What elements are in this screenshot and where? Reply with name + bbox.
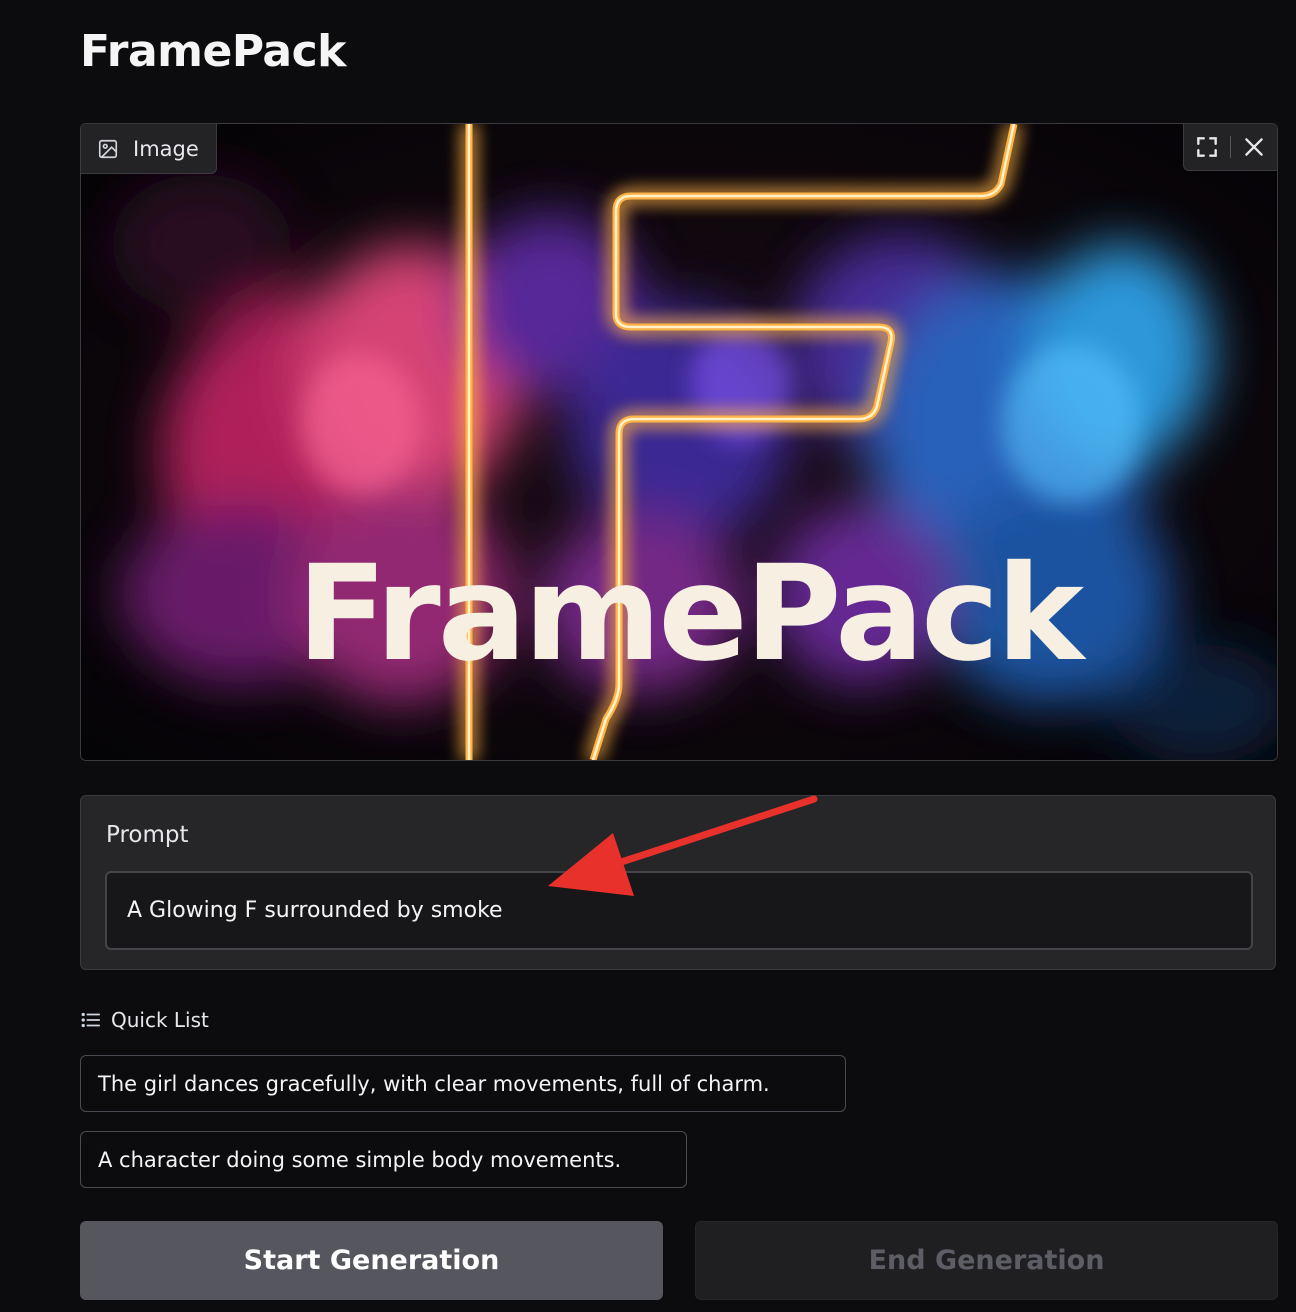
image-panel[interactable]: FramePack Image bbox=[80, 123, 1278, 761]
prompt-label: Prompt bbox=[106, 822, 189, 848]
clear-image-button[interactable] bbox=[1231, 124, 1277, 170]
image-label-text: Image bbox=[133, 136, 199, 161]
quick-list-item[interactable]: The girl dances gracefully, with clear m… bbox=[80, 1055, 846, 1112]
prompt-input-frame bbox=[105, 871, 1253, 950]
prompt-panel: Prompt bbox=[80, 795, 1276, 970]
close-icon bbox=[1245, 138, 1263, 156]
fullscreen-icon bbox=[1197, 137, 1217, 157]
page-title: FramePack bbox=[80, 26, 346, 77]
start-generation-button[interactable]: Start Generation bbox=[80, 1221, 663, 1300]
quick-list-item[interactable]: A character doing some simple body movem… bbox=[80, 1131, 687, 1188]
image-icon bbox=[98, 139, 118, 158]
prompt-input[interactable] bbox=[107, 873, 1251, 948]
fullscreen-button[interactable] bbox=[1184, 124, 1230, 170]
framepack-app: FramePack FramePack Image Prompt A Glowi… bbox=[0, 0, 1296, 1312]
image-label: Image bbox=[81, 124, 217, 174]
quick-list-title: Quick List bbox=[111, 1008, 209, 1032]
end-generation-button[interactable]: End Generation bbox=[695, 1221, 1278, 1300]
image-toolbar bbox=[1183, 124, 1277, 171]
list-icon bbox=[81, 1012, 101, 1028]
quick-list-header: Quick List bbox=[80, 1008, 209, 1032]
uploaded-image: FramePack bbox=[81, 124, 1277, 760]
artwork-wordmark: FramePack bbox=[297, 537, 1087, 691]
